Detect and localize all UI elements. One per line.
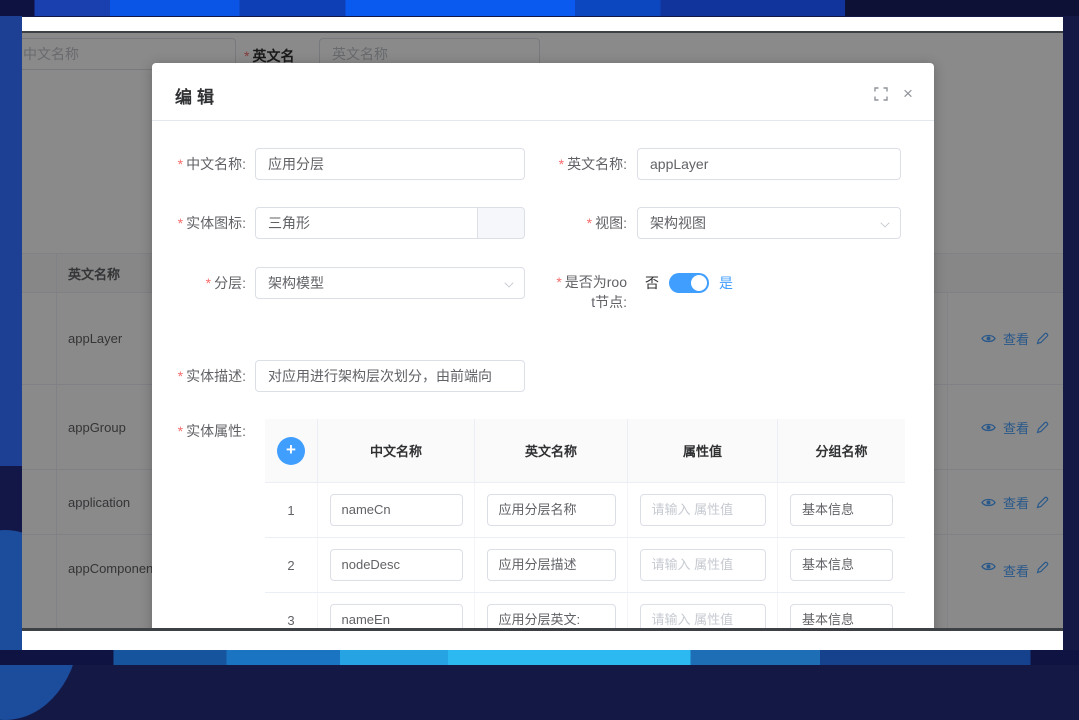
attr-table: + 中文名称 英文名称 属性值 分组名称 1 nameCn 应用分层名称 请输入… [265, 419, 905, 631]
view-label: *视图: [533, 207, 627, 239]
form-row: *实体图标: 三角形 *视图: 架构视图 [152, 207, 934, 239]
switch-off-label: 否 [645, 273, 659, 293]
attr-cn-field[interactable]: nameEn [330, 604, 463, 631]
switch-on-label: 是 [719, 273, 733, 293]
attr-value-field[interactable]: 请输入 属性值 [640, 494, 766, 526]
attr-en-field[interactable]: 应用分层英文: [487, 604, 616, 631]
attr-group-field[interactable]: 基本信息 [790, 604, 893, 631]
en-name-field[interactable]: appLayer [637, 148, 901, 180]
attr-group-field[interactable]: 基本信息 [790, 494, 893, 526]
required-marker: * [587, 215, 592, 231]
chevron-down-icon [505, 279, 513, 287]
form-row: *分层: 架构模型 *是否为roo t节点: 否 是 [152, 267, 934, 323]
screenshot-card: 中文名称 *英文名 英文名称 英文名称 appLayer 查看 appGroup [22, 17, 1063, 650]
close-icon[interactable]: × [900, 87, 916, 103]
frame-bottom-band [0, 650, 1079, 665]
attr-row: 3 nameEn 应用分层英文: 请输入 属性值 基本信息 [265, 593, 905, 631]
col-header-group: 分组名称 [778, 419, 905, 482]
attr-group-field[interactable]: 基本信息 [790, 549, 893, 581]
row-index: 1 [287, 503, 294, 518]
attr-en-field[interactable]: 应用分层描述 [487, 549, 616, 581]
layer-label: *分层: [152, 267, 246, 299]
dialog-title: 编辑 [175, 83, 219, 108]
attr-cn-field[interactable]: nameCn [330, 494, 463, 526]
en-name-label: *英文名称: [533, 148, 627, 180]
entity-desc-field[interactable]: 对应用进行架构层次划分，由前端向 [255, 360, 525, 392]
entity-attrs-label: *实体属性: [152, 415, 246, 447]
required-marker: * [556, 274, 561, 290]
add-attr-button[interactable]: + [277, 437, 305, 465]
layer-select[interactable]: 架构模型 [255, 267, 525, 299]
col-header-en: 英文名称 [475, 419, 628, 482]
toggle-knob [691, 275, 707, 291]
col-header-value: 属性值 [628, 419, 778, 482]
is-root-label: *是否为roo t节点: [533, 272, 627, 312]
required-marker: * [178, 423, 183, 439]
icon-picker-button[interactable] [477, 207, 525, 239]
add-column-header: + [265, 419, 318, 482]
attr-table-header: + 中文名称 英文名称 属性值 分组名称 [265, 419, 905, 483]
attr-value-field[interactable]: 请输入 属性值 [640, 549, 766, 581]
row-index: 2 [287, 558, 294, 573]
is-root-toggle[interactable] [669, 273, 709, 293]
is-root-control: 否 是 [645, 267, 733, 299]
col-header-cn: 中文名称 [318, 419, 475, 482]
entity-desc-label: *实体描述: [152, 360, 246, 392]
edit-dialog: 编辑 × *中文名称: 应用分层 *英文名称: appLayer *实体图标: … [152, 63, 934, 631]
row-index: 3 [287, 613, 294, 628]
attr-value-field[interactable]: 请输入 属性值 [640, 604, 766, 631]
attr-row: 1 nameCn 应用分层名称 请输入 属性值 基本信息 [265, 483, 905, 538]
fullscreen-icon[interactable] [874, 87, 890, 103]
form-row: *实体描述: 对应用进行架构层次划分，由前端向 [152, 360, 934, 392]
is-root-label-line2: t节点: [591, 294, 627, 310]
app-window: 中文名称 *英文名 英文名称 英文名称 appLayer 查看 appGroup [22, 31, 1063, 631]
cn-name-label: *中文名称: [152, 148, 246, 180]
required-marker: * [178, 215, 183, 231]
form-row: *中文名称: 应用分层 *英文名称: appLayer [152, 148, 934, 180]
entity-icon-label: *实体图标: [152, 207, 246, 239]
attr-cn-field[interactable]: nodeDesc [330, 549, 463, 581]
entity-icon-field[interactable]: 三角形 [255, 207, 525, 239]
required-marker: * [206, 275, 211, 291]
required-marker: * [178, 156, 183, 172]
chevron-down-icon [881, 219, 889, 227]
required-marker: * [559, 156, 564, 172]
header-divider [152, 120, 934, 121]
view-select[interactable]: 架构视图 [637, 207, 901, 239]
required-marker: * [178, 368, 183, 384]
attr-en-field[interactable]: 应用分层名称 [487, 494, 616, 526]
frame-top-band [0, 0, 1079, 16]
attr-row: 2 nodeDesc 应用分层描述 请输入 属性值 基本信息 [265, 538, 905, 593]
cn-name-field[interactable]: 应用分层 [255, 148, 525, 180]
